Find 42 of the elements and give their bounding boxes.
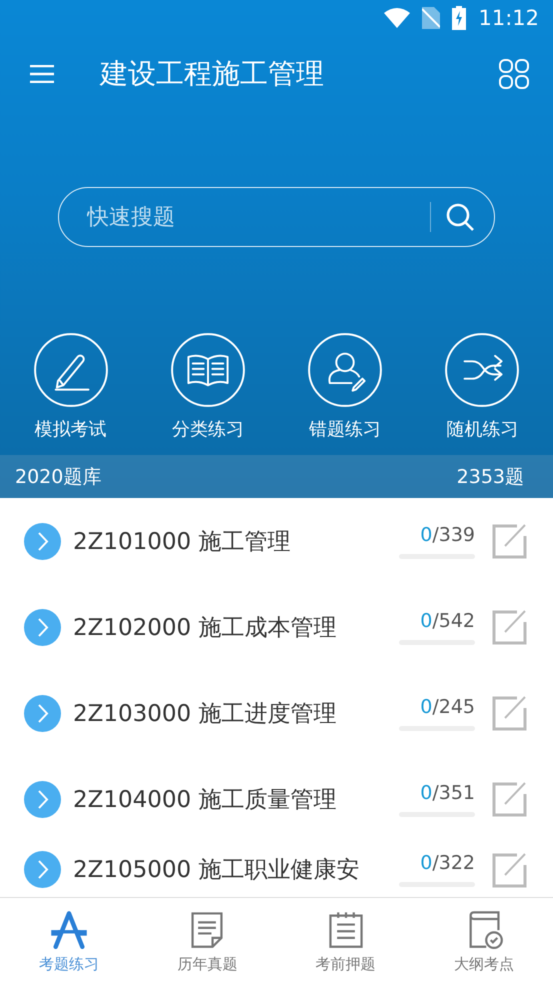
chapter-title[interactable]: 2Z104000 施工质量管理 [73,784,399,814]
feature-button[interactable]: 错题练习 [290,333,400,441]
feature-button[interactable]: 分类练习 [152,333,263,441]
progress-count: 0/339 [420,524,475,546]
chapter-title[interactable]: 2Z101000 施工管理 [73,526,399,556]
nav-tab[interactable]: 考题练习 [0,898,138,983]
question-count: 2353题 [456,464,524,490]
edit-icon[interactable] [491,850,529,888]
status-time: 11:12 [478,6,539,30]
chapter-title[interactable]: 2Z105000 施工职业健康安 [73,854,399,885]
menu-icon[interactable] [30,65,54,83]
nav-tab[interactable]: 大纲考点 [414,898,553,983]
shuffle-icon [445,333,520,407]
app-title: 建设工程施工管理 [100,56,325,92]
chevron-circle-icon[interactable] [24,780,61,818]
feature-button[interactable]: 模拟考试 [16,333,126,441]
edit-icon[interactable] [491,608,529,646]
chevron-circle-icon[interactable] [24,608,61,646]
bank-name: 2020题库 [15,464,102,490]
battery-charging-icon [452,6,466,30]
wifi-icon [384,8,410,28]
grid-icon[interactable] [499,59,529,89]
chevron-circle-icon[interactable] [24,694,61,732]
edit-icon[interactable] [491,522,529,560]
nav-tab[interactable]: 历年真题 [138,898,276,983]
edit-icon[interactable] [491,694,529,732]
no-sim-icon [422,7,440,29]
progress-count: 0/322 [420,852,475,874]
progress-count: 0/351 [420,782,475,804]
nav-tab[interactable]: 考前押题 [276,898,415,983]
search-icon[interactable] [445,202,475,232]
person-icon [308,333,382,407]
pen-icon [34,333,108,407]
chapter-title[interactable]: 2Z102000 施工成本管理 [73,612,399,642]
book-icon [170,333,245,407]
progress-count: 0/542 [420,610,475,632]
feature-button[interactable]: 随机练习 [427,333,538,441]
chevron-circle-icon[interactable] [24,522,61,560]
progress-count: 0/245 [420,696,475,718]
chevron-circle-icon[interactable] [24,851,61,888]
edit-icon[interactable] [491,780,529,818]
chapter-title[interactable]: 2Z103000 施工进度管理 [73,698,399,728]
